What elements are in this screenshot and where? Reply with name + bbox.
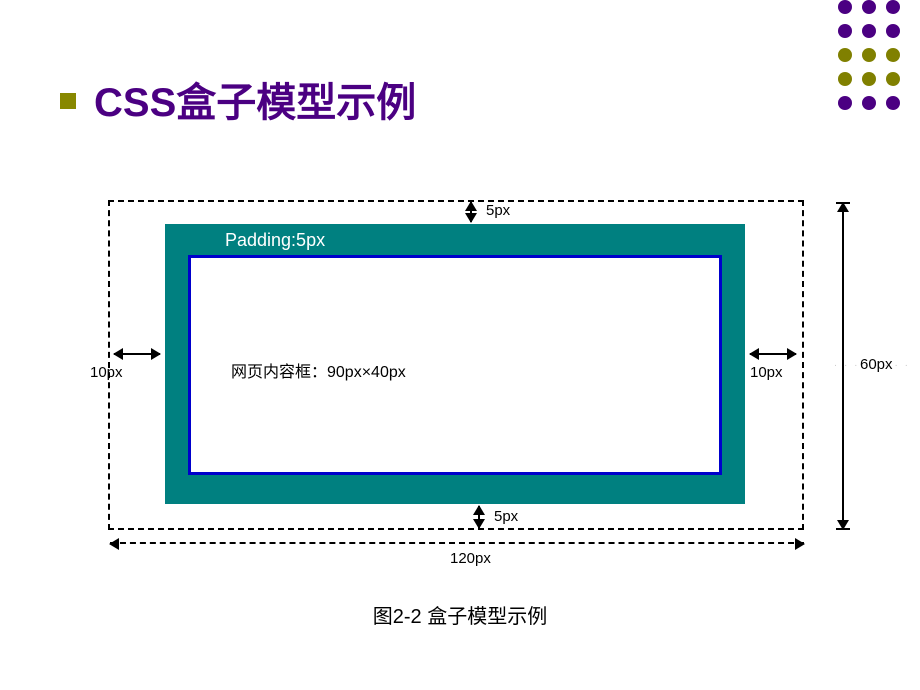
margin-left-value: 10px: [90, 364, 123, 381]
margin-bottom-value: 5px: [494, 508, 518, 525]
figure-caption: 图2-2 盒子模型示例: [0, 600, 920, 629]
box-model-diagram: Padding:5px 网页内容框：90px×40px 5px 5px 10px…: [70, 188, 850, 608]
title-bullet-icon: [60, 93, 76, 109]
total-width-value: 120px: [450, 550, 491, 567]
margin-right-arrow-icon: [750, 353, 796, 355]
margin-top-value: 5px: [486, 202, 510, 219]
margin-left-arrow-icon: [114, 353, 160, 355]
total-height-dimension-icon: [842, 203, 844, 529]
tick-icon: [836, 202, 850, 204]
padding-label: Padding:5px: [225, 230, 325, 251]
margin-bottom-arrow-icon: [478, 506, 480, 528]
title-text: CSS盒子模型示例: [94, 81, 416, 125]
margin-right-value: 10px: [750, 364, 783, 381]
content-box: 网页内容框：90px×40px: [188, 255, 722, 475]
decorative-dots: [838, 0, 900, 110]
content-label: 网页内容框：90px×40px: [231, 358, 406, 382]
total-height-value: 60px: [860, 356, 893, 373]
total-width-dimension-icon: [110, 542, 804, 544]
margin-top-arrow-icon: [470, 202, 472, 222]
page-title: CSS盒子模型示例: [60, 70, 416, 128]
tick-icon: [836, 528, 850, 530]
